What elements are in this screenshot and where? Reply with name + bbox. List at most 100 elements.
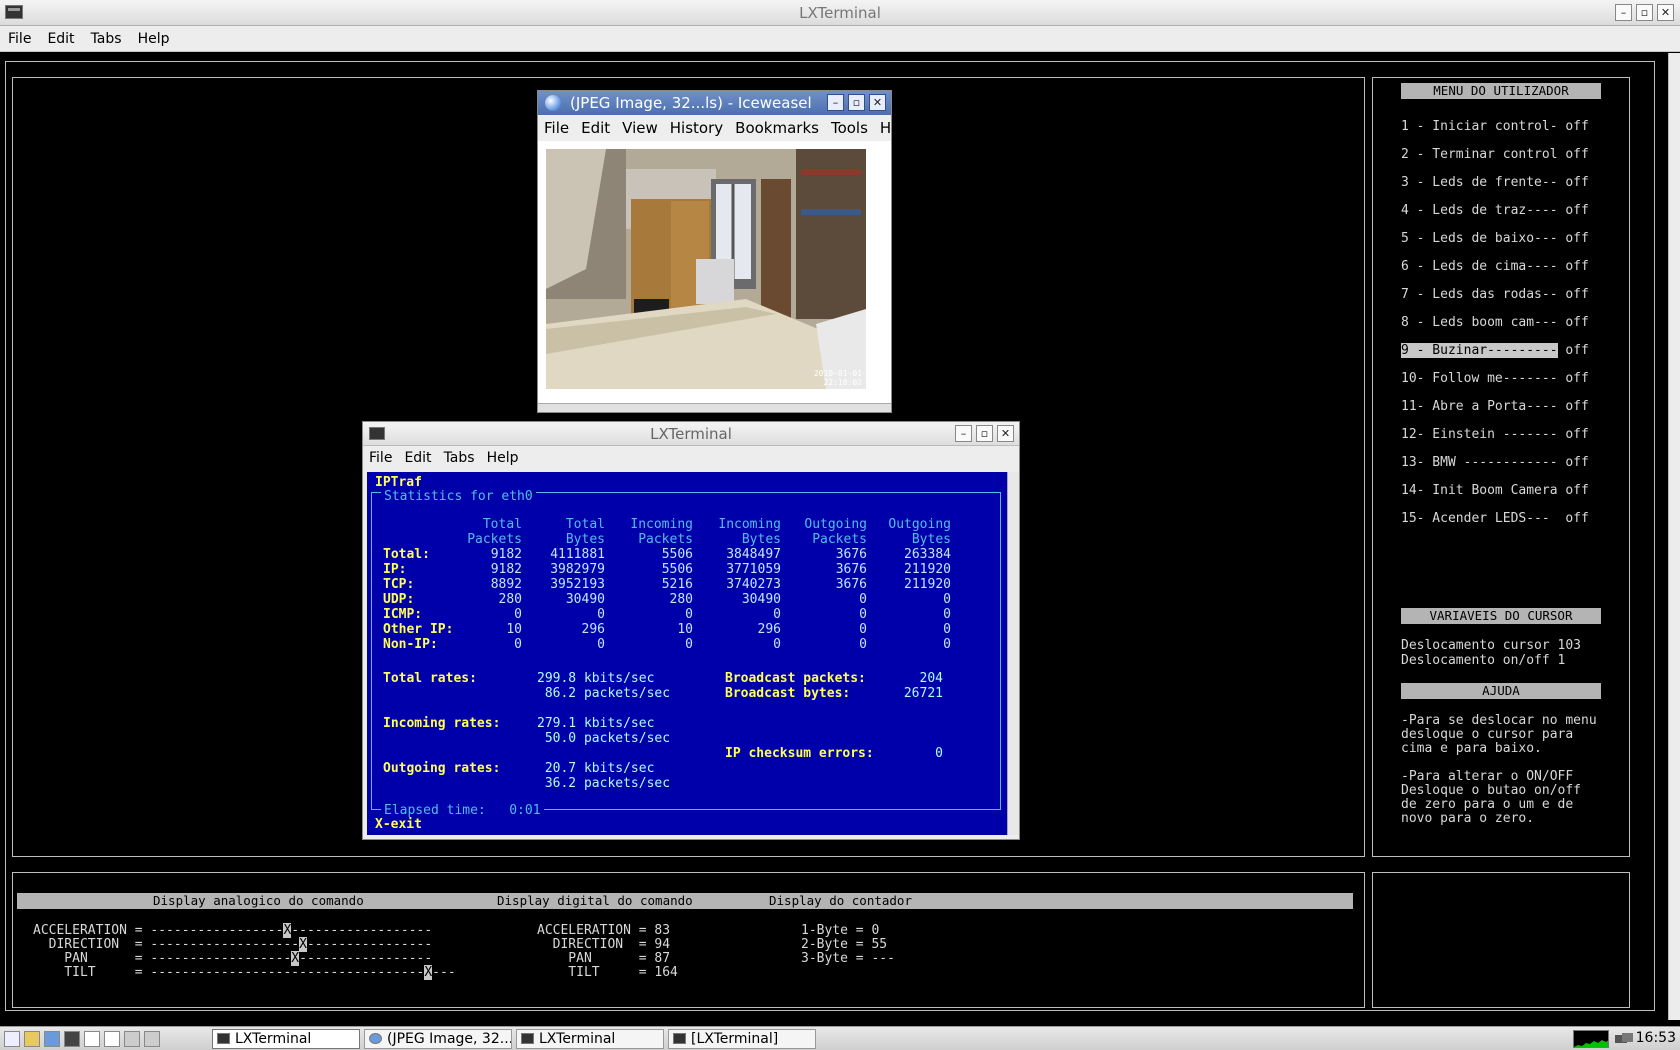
taskbar-task-lxterminal-2[interactable]: LXTerminal xyxy=(516,1029,664,1049)
taskbar-task-lxterminal[interactable]: LXTerminal xyxy=(212,1029,360,1049)
user-menu-item[interactable]: 14- Init Boom Camera off xyxy=(1401,483,1589,498)
user-menu-item[interactable]: 2 - Terminar control off xyxy=(1401,147,1589,162)
iptraf-cell: 0 xyxy=(859,637,867,652)
iptraf-cell: 4111881 xyxy=(550,547,605,562)
lxt-minimize-button[interactable]: – xyxy=(955,425,972,442)
iptraf-cell: 0 xyxy=(943,622,951,637)
browser-icon[interactable] xyxy=(44,1031,60,1047)
iptraf-column-header: Bytes xyxy=(741,532,781,547)
lxterminal-titlebar[interactable]: LXTerminal – ▫ ✕ xyxy=(363,422,1019,446)
folder-icon[interactable] xyxy=(24,1031,40,1047)
iceweasel-minimize-button[interactable]: – xyxy=(827,94,844,111)
user-menu-item[interactable]: 5 - Leds de baixo--- off xyxy=(1401,231,1589,246)
iptraf-column-header: Total xyxy=(565,517,605,532)
user-menu-item[interactable]: 12- Einstein ------- off xyxy=(1401,427,1589,442)
lxt-menu-file[interactable]: File xyxy=(363,446,398,471)
digital-row: ACCELERATION = 83 xyxy=(537,923,671,938)
iptraf-cell: 3676 xyxy=(835,577,867,592)
workspace-2-icon[interactable] xyxy=(124,1031,140,1047)
iptraf-row-label: IP: xyxy=(383,562,407,577)
user-menu-item[interactable]: 4 - Leds de traz---- off xyxy=(1401,203,1589,218)
analog-cursor-marker: X xyxy=(424,965,433,980)
ice-menu-history[interactable]: History xyxy=(664,115,729,141)
iptraf-cell: 280 xyxy=(498,592,522,607)
lxterminal-title: LXTerminal xyxy=(650,425,732,443)
ice-menu-edit[interactable]: Edit xyxy=(575,115,616,141)
user-menu-item[interactable]: 10- Follow me------- off xyxy=(1401,371,1589,386)
user-menu-item[interactable]: 1 - Iniciar control- off xyxy=(1401,119,1589,134)
iptraf-column-header: Packets xyxy=(812,532,867,547)
iptraf-cell: 0 xyxy=(859,592,867,607)
iptraf-cell: 263384 xyxy=(904,547,951,562)
user-menu-item[interactable]: 15- Acender LEDS--- off xyxy=(1401,511,1589,526)
ice-menu-file[interactable]: File xyxy=(538,115,575,141)
iptraf-cell: 3676 xyxy=(835,562,867,577)
menu-file[interactable]: File xyxy=(0,26,39,52)
iptraf-column-header: Outgoing xyxy=(804,517,867,532)
iceweasel-close-button[interactable]: ✕ xyxy=(869,94,886,111)
scrollbar-thumb[interactable] xyxy=(1671,533,1678,653)
user-menu-item[interactable]: 11- Abre a Porta---- off xyxy=(1401,399,1589,414)
analog-row: PAN = ------------------X---------------… xyxy=(33,951,432,966)
broadcast-packets-value: 204 xyxy=(919,671,943,686)
broadcast-bytes-label: Broadcast bytes: xyxy=(725,686,851,701)
taskbar-task-iceweasel[interactable]: (JPEG Image, 32... xyxy=(364,1029,512,1049)
iptraf-column-header: Bytes xyxy=(911,532,951,547)
taskbar-task-lxterminal-3[interactable]: [LXTerminal] xyxy=(668,1029,816,1049)
incoming-rates-packets: 50.0 packets/sec xyxy=(537,731,671,746)
workspace-1-icon[interactable] xyxy=(104,1031,120,1047)
terminal-launcher-icon[interactable] xyxy=(64,1031,80,1047)
lxt-close-button[interactable]: ✕ xyxy=(997,425,1014,442)
iceweasel-maximize-button[interactable]: ▫ xyxy=(848,94,865,111)
main-scrollbar[interactable] xyxy=(1668,53,1680,1020)
lxterminal-iptraf-window[interactable]: LXTerminal – ▫ ✕ File Edit Tabs Help IPTraf… xyxy=(362,421,1020,840)
minimize-button[interactable]: – xyxy=(1615,4,1632,21)
user-menu-item[interactable]: 13- BMW ------------ off xyxy=(1401,455,1589,470)
close-button[interactable]: ✕ xyxy=(1657,4,1674,21)
ice-menu-bookmarks[interactable]: Bookmarks xyxy=(729,115,825,141)
iceweasel-titlebar[interactable]: (JPEG Image, 32...ls) - Iceweasel – ▫ ✕ xyxy=(538,91,891,115)
menu-edit[interactable]: Edit xyxy=(39,26,82,52)
iptraf-cell: 296 xyxy=(581,622,605,637)
user-menu-item[interactable]: 7 - Leds das rodas-- off xyxy=(1401,287,1589,302)
analog-display-header: Display analogico do comando xyxy=(153,893,364,908)
maximize-button[interactable]: ▫ xyxy=(1636,4,1653,21)
ice-menu-view[interactable]: View xyxy=(616,115,664,141)
total-rates-kbits: 299.8 kbits/sec xyxy=(537,671,655,686)
iptraf-column-header: Incoming xyxy=(630,517,693,532)
user-menu-item[interactable]: 3 - Leds de frente-- off xyxy=(1401,175,1589,190)
checksum-errors-label: IP checksum errors: xyxy=(725,746,874,761)
counter-row: 3-Byte = --- xyxy=(801,951,895,966)
menu-tabs[interactable]: Tabs xyxy=(83,26,130,52)
workspace-3-icon[interactable] xyxy=(144,1031,160,1047)
lxt-menu-tabs[interactable]: Tabs xyxy=(438,446,481,471)
lxterminal-scrollbar[interactable] xyxy=(1007,472,1019,835)
network-icon[interactable] xyxy=(1614,1031,1634,1047)
show-desktop-icon[interactable] xyxy=(84,1031,100,1047)
iptraf-screen[interactable]: IPTraf Statistics for eth0 Total Packets T… xyxy=(367,472,1007,835)
analog-row: ACCELERATION = -----------------X-------… xyxy=(33,923,432,938)
clock[interactable]: 16:53 xyxy=(1636,1030,1676,1046)
iptraf-cell: 0 xyxy=(943,607,951,622)
user-menu-item[interactable]: 8 - Leds boom cam--- off xyxy=(1401,315,1589,330)
lxt-menu-help[interactable]: Help xyxy=(481,446,525,471)
ice-menu-help[interactable]: Hel xyxy=(874,115,891,141)
menu-help[interactable]: Help xyxy=(130,26,178,52)
ice-menu-tools[interactable]: Tools xyxy=(825,115,874,141)
outgoing-rates-kbits: 20.7 kbits/sec xyxy=(537,761,655,776)
user-menu-item-selected[interactable]: 9 - Buzinar--------- off xyxy=(1401,343,1589,358)
exit-hint: X-exit xyxy=(375,817,422,832)
lxt-menu-edit[interactable]: Edit xyxy=(398,446,437,471)
user-menu-item[interactable]: 6 - Leds de cima---- off xyxy=(1401,259,1589,274)
iptraf-cell: 30490 xyxy=(741,592,781,607)
iptraf-cell: 5216 xyxy=(661,577,693,592)
start-menu-icon[interactable] xyxy=(4,1031,20,1047)
iptraf-row-label: ICMP: xyxy=(383,607,423,622)
task-label: [LXTerminal] xyxy=(691,1031,779,1047)
iceweasel-window[interactable]: (JPEG Image, 32...ls) - Iceweasel – ▫ ✕ … xyxy=(537,90,892,413)
iceweasel-hscrollbar[interactable] xyxy=(538,403,891,412)
lxt-maximize-button[interactable]: ▫ xyxy=(976,425,993,442)
help-line: de zero para o um e de xyxy=(1401,797,1574,812)
iptraf-cell: 30490 xyxy=(565,592,605,607)
main-window-titlebar[interactable]: LXTerminal – ▫ ✕ xyxy=(0,0,1680,26)
